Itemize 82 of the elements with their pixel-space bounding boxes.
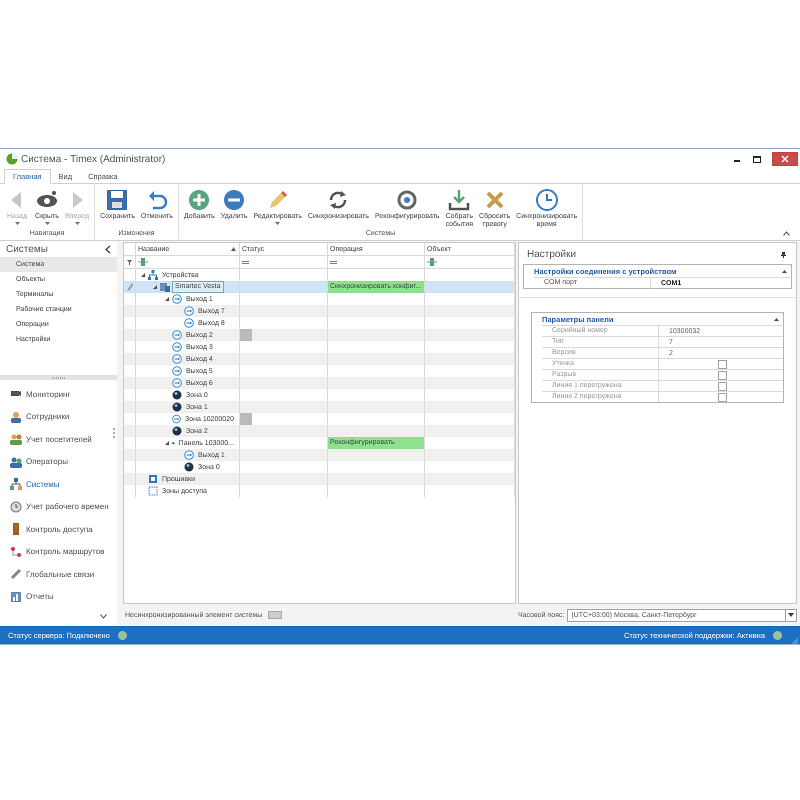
- sphere-icon: [172, 402, 182, 412]
- caret-icon: [14, 222, 20, 225]
- pin-icon[interactable]: [781, 252, 786, 258]
- close-button[interactable]: [772, 152, 798, 166]
- caret-icon: [44, 222, 50, 225]
- close-icon: [781, 155, 789, 163]
- chevron-left-icon[interactable]: [105, 245, 111, 254]
- clock-icon: [10, 500, 22, 513]
- maximize-icon[interactable]: [752, 154, 762, 164]
- chevron-down-icon[interactable]: [100, 614, 107, 619]
- door-icon: [10, 523, 22, 536]
- collapse-arrow-icon[interactable]: [164, 296, 170, 302]
- caret-icon: [788, 613, 794, 617]
- minus-icon: [222, 188, 246, 212]
- clock-icon: [534, 188, 559, 212]
- module-item[interactable]: Контроль маршрутов: [0, 540, 117, 563]
- module-item[interactable]: Учет посетителей: [0, 428, 117, 450]
- resize-grip-icon[interactable]: [792, 638, 798, 644]
- hierarchy-icon: [148, 270, 158, 280]
- report-icon: [10, 590, 22, 603]
- filter-icon[interactable]: [127, 260, 132, 264]
- reconfigure-icon: [395, 188, 420, 212]
- legend-swatch: [268, 611, 282, 619]
- checkbox[interactable]: [718, 370, 727, 380]
- person-icon: [10, 410, 22, 423]
- panel-title: Системы: [6, 244, 48, 255]
- plus-icon: [187, 188, 212, 212]
- link-icon: [10, 568, 22, 580]
- module-item[interactable]: Учет рабочего времен: [0, 496, 117, 518]
- output-icon: [172, 414, 182, 424]
- module-item[interactable]: Глобальные связи: [0, 563, 117, 586]
- output-icon: [184, 318, 194, 328]
- module-item[interactable]: Системы: [0, 473, 117, 496]
- people-icon: [10, 433, 22, 446]
- output-icon: [172, 342, 182, 352]
- sphere-icon: [172, 390, 182, 400]
- route-icon: [10, 546, 22, 558]
- pencil-icon: [126, 283, 132, 291]
- output-icon: [172, 354, 182, 364]
- equals-icon[interactable]: [242, 260, 249, 264]
- module-item[interactable]: Операторы: [0, 450, 117, 473]
- download-icon: [447, 188, 472, 212]
- filter-operator-icon[interactable]: [427, 258, 437, 266]
- panel-title: Настройки: [527, 249, 576, 260]
- dashed-square-icon: [148, 486, 158, 496]
- checkbox[interactable]: [718, 392, 727, 402]
- output-icon: [172, 330, 182, 340]
- sphere-icon: [184, 462, 194, 472]
- hierarchy-icon: [10, 478, 22, 490]
- output-icon: [172, 366, 182, 376]
- module-item[interactable]: Контроль доступа: [0, 518, 117, 540]
- status-dot: [118, 630, 127, 640]
- collapse-icon[interactable]: [774, 318, 779, 320]
- splitter-handle[interactable]: [0, 375, 117, 380]
- status-dot: [773, 630, 782, 640]
- output-icon: [184, 450, 194, 460]
- module-item[interactable]: Мониторинг: [0, 383, 117, 406]
- save-icon: [105, 188, 130, 212]
- checkbox[interactable]: [718, 382, 727, 390]
- module-item[interactable]: Сотрудники: [0, 406, 117, 428]
- module-item[interactable]: Отчеты: [0, 586, 117, 608]
- caret-icon: [74, 222, 80, 225]
- caret-icon: [275, 222, 280, 225]
- checkbox[interactable]: [718, 360, 727, 368]
- filter-operator-icon[interactable]: [138, 258, 148, 266]
- output-icon: [172, 378, 182, 388]
- window-title: Система - Timex (Administrator): [21, 154, 166, 164]
- output-icon: [184, 306, 194, 316]
- collapse-arrow-icon[interactable]: [152, 284, 158, 290]
- equals-icon[interactable]: [330, 260, 337, 264]
- sort-icon: [231, 247, 236, 251]
- drag-handle-icon[interactable]: [113, 428, 115, 438]
- collapse-icon[interactable]: [782, 270, 787, 272]
- people-icon: [10, 456, 22, 468]
- collapse-arrow-icon[interactable]: [140, 272, 146, 278]
- collapse-arrow-icon[interactable]: [164, 440, 170, 446]
- app-logo-icon: [6, 153, 18, 165]
- output-icon: [172, 294, 182, 304]
- collapse-icon[interactable]: [783, 231, 790, 236]
- sphere-icon: [172, 426, 182, 436]
- panel-icon: [160, 282, 170, 292]
- chip-icon: [148, 474, 158, 484]
